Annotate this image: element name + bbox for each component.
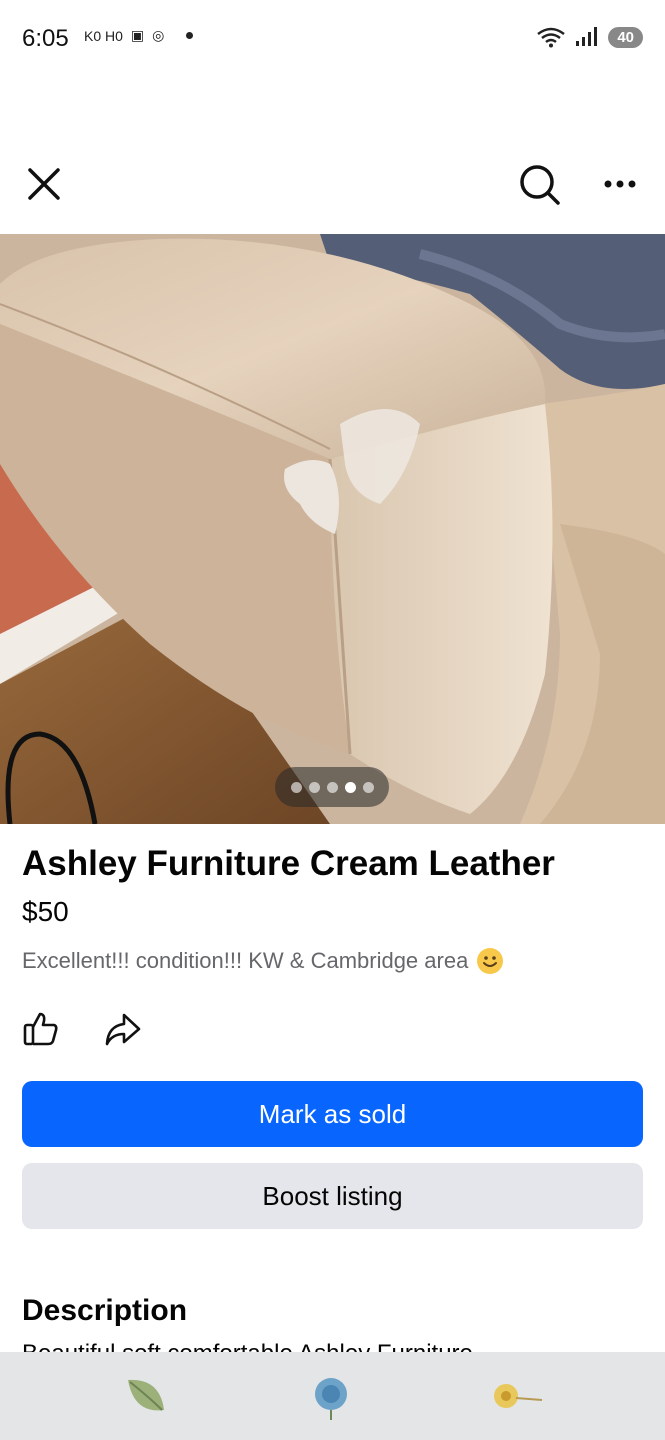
search-icon: [520, 165, 560, 205]
bottom-tray: [0, 1352, 665, 1440]
status-bar: 6:05 K0 H0 ▣ ◎ 40: [0, 0, 665, 80]
listing-actions: [22, 1010, 142, 1048]
photo-carousel-indicator[interactable]: [275, 767, 389, 807]
listing-subtitle-text: Excellent!!! condition!!! KW & Cambridge…: [22, 948, 469, 973]
description-heading: Description: [22, 1294, 188, 1327]
notification-icon-k0: K0 H0: [84, 27, 123, 44]
search-button[interactable]: [515, 160, 563, 208]
carousel-dot-active[interactable]: [344, 781, 356, 793]
leaf-icon: [128, 1379, 164, 1411]
status-time: 6:05: [22, 25, 69, 52]
carousel-dot[interactable]: [308, 781, 320, 793]
listing-price: $50: [22, 896, 69, 927]
carousel-dot[interactable]: [290, 781, 302, 793]
boost-listing-button[interactable]: Boost listing: [22, 1163, 643, 1229]
listing-title: Ashley Furniture Cream Leather: [22, 844, 555, 883]
listing-photo[interactable]: [0, 234, 665, 824]
carousel-dot[interactable]: [362, 781, 374, 793]
signal-icon: [576, 27, 598, 46]
more-horizontal-icon: [604, 180, 636, 188]
mark-as-sold-button[interactable]: Mark as sold: [22, 1081, 643, 1147]
share-button[interactable]: [104, 1010, 142, 1048]
status-notification-icons: K0 H0 ▣ ◎: [84, 27, 194, 44]
battery-indicator: 40: [608, 26, 643, 48]
thumbs-up-icon: [23, 1012, 58, 1046]
notification-icon-screenshot: ▣: [130, 27, 145, 43]
tray-item-leaf[interactable]: [120, 1370, 172, 1422]
listing-toolbar: [0, 150, 665, 222]
close-icon: [28, 168, 60, 200]
yellow-flower-icon: [494, 1384, 543, 1408]
notification-icon-instagram: ◎: [152, 27, 165, 43]
listing-subtitle: Excellent!!! condition!!! KW & Cambridge…: [22, 947, 504, 975]
product-photo: [0, 234, 665, 824]
status-system-icons: 40: [536, 26, 643, 48]
like-button[interactable]: [22, 1010, 60, 1048]
blue-flower-icon: [315, 1378, 347, 1420]
share-icon: [105, 1013, 141, 1046]
close-button[interactable]: [22, 162, 66, 206]
tray-item-yellow-flower[interactable]: [488, 1370, 543, 1422]
tray-item-blue-flower[interactable]: [305, 1370, 357, 1422]
wifi-icon: [537, 27, 566, 48]
smiling-face-emoji-icon: [477, 948, 504, 974]
more-options-button[interactable]: [598, 160, 642, 208]
notification-dot-icon: [186, 32, 194, 39]
carousel-dot[interactable]: [326, 781, 338, 793]
